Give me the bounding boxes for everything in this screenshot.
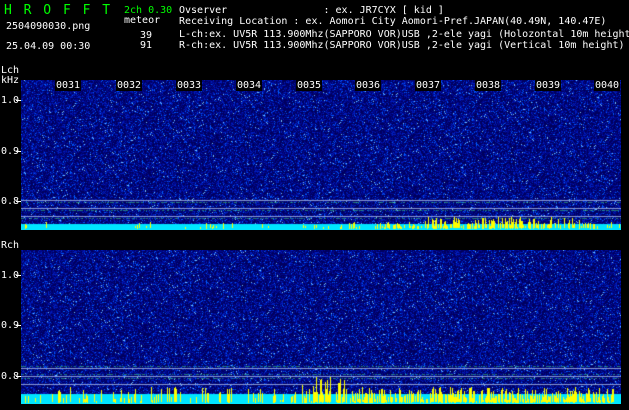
observer-line: Ovserver : ex. JR7CYX [ kid ] — [179, 5, 444, 16]
lch-unit-label: kHz — [1, 75, 20, 86]
minute-label: 0039 — [535, 80, 562, 91]
rch-channel-label: Rch — [1, 240, 20, 251]
minute-label: 0032 — [116, 80, 143, 91]
filename-label: 2504090030.png — [6, 21, 91, 32]
minute-label: 0036 — [355, 80, 382, 91]
app-title: H R O F F T — [4, 3, 113, 18]
minute-label: 0031 — [55, 80, 82, 91]
minute-label: 0034 — [236, 80, 263, 91]
lch-info-line: L-ch:ex. UV5R 113.900Mhz(SAPPORO VOR)USB… — [179, 29, 629, 40]
rch-info-line: R-ch:ex. UV5R 113.900Mhz(SAPPORO VOR)USB… — [179, 40, 625, 51]
meteor-label: meteor — [124, 15, 161, 26]
minute-label: 0038 — [475, 80, 502, 91]
minute-label: 0035 — [296, 80, 323, 91]
rch-meteor-count: 91 — [140, 40, 153, 51]
rch-spectrogram — [21, 250, 621, 404]
datetime-label: 25.04.09 00:30 — [6, 41, 91, 52]
minute-label: 0033 — [176, 80, 203, 91]
lch-spectrogram — [21, 80, 621, 230]
minute-label: 0040 — [594, 80, 621, 91]
location-line: Receiving Location : ex. Aomori City Aom… — [179, 16, 607, 27]
minute-label: 0037 — [415, 80, 442, 91]
